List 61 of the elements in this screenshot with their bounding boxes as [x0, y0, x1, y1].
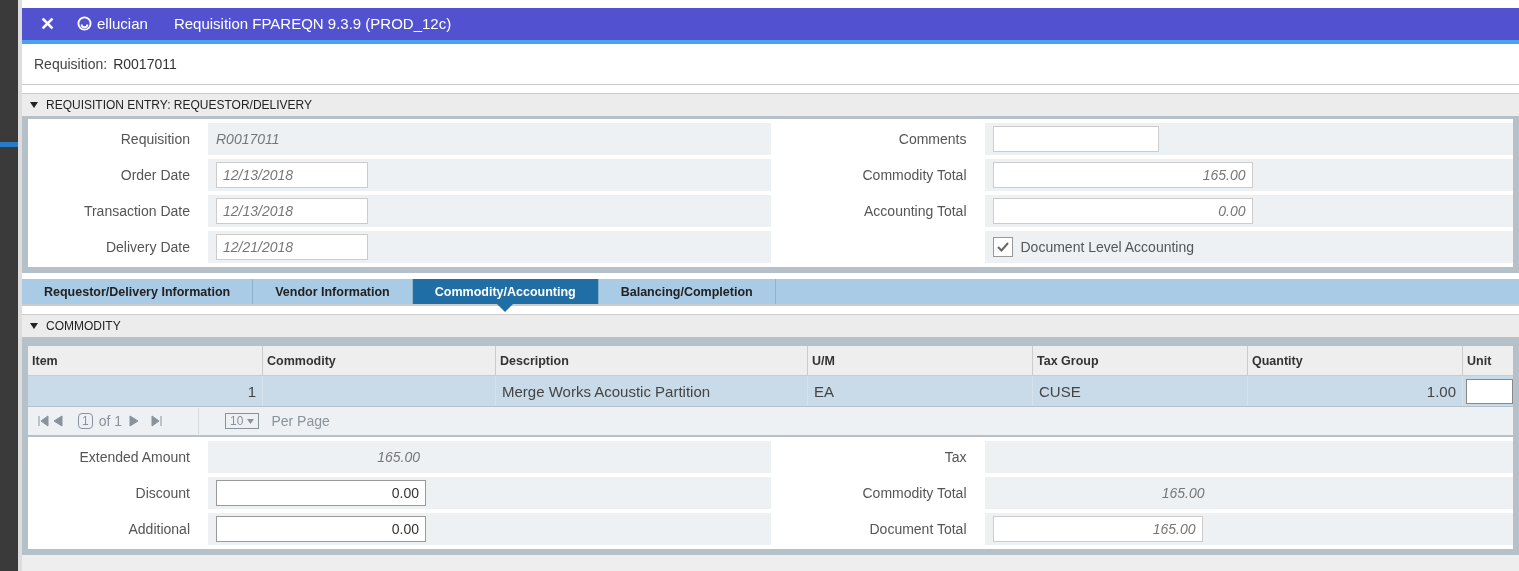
column-header[interactable]: Unit	[1463, 346, 1519, 376]
field-label: Comments	[897, 130, 968, 147]
section-header[interactable]: REQUISITION ENTRY: REQUESTOR/DELIVERY	[22, 93, 1519, 119]
per-page-label: Per Page	[271, 413, 330, 430]
field-value: 165.00	[1160, 485, 1206, 502]
input-field[interactable]: 0.00	[992, 197, 1253, 224]
tab[interactable]: Vendor Information	[253, 278, 412, 305]
field-label: Extended Amount	[78, 449, 191, 466]
table-cell: 1	[28, 376, 263, 407]
caret-icon	[30, 101, 38, 108]
input-field[interactable]	[1466, 379, 1513, 405]
input-field[interactable]: 12/13/2018	[216, 161, 368, 188]
column-header[interactable]: U/M	[808, 346, 1033, 376]
tab[interactable]: Balancing/Completion	[598, 278, 775, 305]
field-label: Commodity Total	[861, 485, 968, 502]
section-title: REQUISITION ENTRY: REQUESTOR/DELIVERY	[46, 97, 313, 112]
field-label: Additional	[127, 521, 191, 538]
table-cell: CUSE	[1033, 376, 1248, 407]
column-header[interactable]: Commodity	[263, 346, 496, 376]
field-label: Requisition	[119, 130, 191, 147]
tab[interactable]: Requestor/Delivery Information	[22, 278, 253, 305]
input-field[interactable]: 165.00	[992, 161, 1253, 188]
field-label: Accounting Total	[863, 202, 968, 219]
field-label: Discount	[134, 485, 191, 502]
section-title: COMMODITY	[46, 319, 121, 334]
sidebar-marker	[0, 142, 18, 147]
field-label: Document Total	[868, 521, 968, 538]
table-cell: EA	[808, 376, 1033, 407]
tab-pointer-icon	[497, 304, 514, 313]
key-label: Requisition:	[34, 55, 108, 72]
input-field[interactable]	[992, 125, 1159, 152]
field-label: Commodity Total	[861, 166, 968, 183]
close-icon[interactable]: ✕	[40, 12, 55, 35]
field-label: Order Date	[119, 166, 191, 183]
field-value: 165.00	[376, 449, 421, 466]
page-count: of 1	[98, 413, 123, 430]
column-header[interactable]: Tax Group	[1033, 346, 1248, 376]
input-field[interactable]: 12/13/2018	[216, 197, 368, 224]
table-cell: Merge Works Acoustic Partition	[496, 376, 808, 407]
field-label: Delivery Date	[104, 238, 191, 255]
input-field[interactable]: 165.00	[992, 516, 1203, 543]
field-label: Tax	[943, 449, 968, 466]
checkbox-label: Document Level Accounting	[1020, 238, 1195, 255]
input-field[interactable]: 0.00	[216, 516, 426, 543]
window-title: Requisition FPAREQN 9.3.9 (PROD_12c)	[173, 15, 452, 33]
input-field[interactable]: 0.00	[216, 480, 426, 507]
column-header[interactable]: Item	[28, 346, 263, 376]
caret-icon	[247, 418, 255, 424]
table-cell: 1.00	[1248, 376, 1463, 407]
input-field[interactable]: 12/21/2018	[216, 233, 368, 260]
field-value: R0017011	[216, 130, 280, 147]
section-header[interactable]: COMMODITY	[22, 314, 1519, 341]
checkbox[interactable]	[992, 236, 1013, 257]
field-label: Transaction Date	[82, 202, 191, 219]
caret-icon	[30, 323, 38, 330]
column-header[interactable]: Quantity	[1248, 346, 1463, 376]
table-row[interactable]: 1 Merge Works Acoustic Partition EA CUSE 1.00	[28, 376, 1513, 408]
logo-icon	[77, 16, 92, 32]
key-value: R0017011	[113, 55, 177, 72]
brand-name: ellucian	[97, 15, 148, 33]
column-header[interactable]: Description	[496, 346, 808, 376]
